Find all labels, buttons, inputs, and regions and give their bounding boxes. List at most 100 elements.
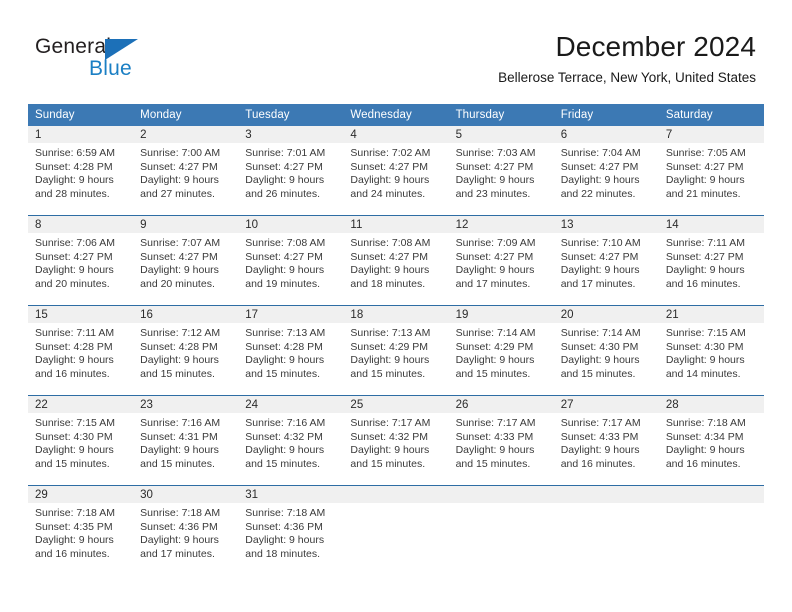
day-details: Sunrise: 6:59 AM Sunset: 4:28 PM Daylight:… <box>28 143 133 201</box>
day-cell[interactable]: 27 Sunrise: 7:17 AM Sunset: 4:33 PM Dayligh… <box>553 395 659 486</box>
daylight-text-line1: Daylight: 9 hours <box>245 174 325 187</box>
daylight-text-line1: Daylight: 9 hours <box>350 444 430 457</box>
day-cell[interactable]: 23 Sunrise: 7:16 AM Sunset: 4:31 PM Dayligh… <box>133 395 239 486</box>
weekday-header-friday: Friday <box>553 104 659 126</box>
daylight-text-line2: and 16 minutes. <box>560 457 636 470</box>
page-title: December 2024 <box>555 31 756 62</box>
day-cell[interactable]: 28 Sunrise: 7:18 AM Sunset: 4:34 PM Dayligh… <box>658 395 764 486</box>
day-cell[interactable]: 5 Sunrise: 7:03 AM Sunset: 4:27 PM Daylight… <box>448 126 554 216</box>
day-cell[interactable]: 21 Sunrise: 7:15 AM Sunset: 4:30 PM Dayligh… <box>658 305 764 396</box>
day-cell[interactable]: 3 Sunrise: 7:01 AM Sunset: 4:27 PM Daylight… <box>238 126 344 216</box>
day-cell[interactable]: 16 Sunrise: 7:12 AM Sunset: 4:28 PM Dayligh… <box>133 305 239 396</box>
day-details: Sunrise: 7:09 AM Sunset: 4:27 PM Daylight:… <box>449 233 554 291</box>
day-cell[interactable]: 22 Sunrise: 7:15 AM Sunset: 4:30 PM Dayligh… <box>28 395 134 486</box>
day-details: Sunrise: 7:18 AM Sunset: 4:35 PM Daylight:… <box>28 503 133 561</box>
sunrise-text: Sunrise: 7:08 AM <box>245 237 326 249</box>
day-number: 19 <box>448 306 554 323</box>
day-number: 20 <box>553 306 659 323</box>
day-cell[interactable]: 17 Sunrise: 7:13 AM Sunset: 4:28 PM Dayligh… <box>238 305 344 396</box>
sunrise-text: Sunrise: 7:14 AM <box>455 327 536 339</box>
day-details: Sunrise: 7:18 AM Sunset: 4:36 PM Daylight:… <box>133 503 238 561</box>
day-cell[interactable]: 2 Sunrise: 7:00 AM Sunset: 4:27 PM Daylight… <box>133 126 239 216</box>
day-cell[interactable]: 1 Sunrise: 6:59 AM Sunset: 4:28 PM Daylight… <box>28 126 134 216</box>
day-details: Sunrise: 7:18 AM Sunset: 4:34 PM Daylight:… <box>659 413 764 471</box>
day-cell[interactable]: 24 Sunrise: 7:16 AM Sunset: 4:32 PM Dayligh… <box>238 395 344 486</box>
day-cell[interactable]: 8 Sunrise: 7:06 AM Sunset: 4:27 PM Daylight… <box>28 215 134 306</box>
daylight-text-line2: and 15 minutes. <box>455 367 531 380</box>
day-cell[interactable]: 29 Sunrise: 7:18 AM Sunset: 4:35 PM Dayligh… <box>28 485 134 575</box>
daylight-text-line1: Daylight: 9 hours <box>35 534 114 547</box>
day-number: 14 <box>658 216 764 233</box>
day-number: 25 <box>343 396 449 413</box>
day-cell[interactable]: 13 Sunrise: 7:10 AM Sunset: 4:27 PM Dayligh… <box>553 215 659 306</box>
sunrise-text: Sunrise: 7:13 AM <box>245 327 326 339</box>
daylight-text-line2: and 18 minutes. <box>350 277 426 290</box>
day-details: Sunrise: 7:16 AM Sunset: 4:32 PM Daylight:… <box>238 413 343 471</box>
sunrise-text: Sunrise: 7:00 AM <box>140 147 221 159</box>
daylight-text-line1: Daylight: 9 hours <box>35 264 114 277</box>
day-number: 17 <box>238 306 344 323</box>
sunset-text: Sunset: 4:27 PM <box>245 250 323 263</box>
day-cell[interactable]: 26 Sunrise: 7:17 AM Sunset: 4:33 PM Dayligh… <box>448 395 554 486</box>
day-cell[interactable]: 25 Sunrise: 7:17 AM Sunset: 4:32 PM Dayligh… <box>343 395 449 486</box>
week-row: 8 Sunrise: 7:06 AM Sunset: 4:27 PM Daylight… <box>28 215 764 306</box>
day-cell[interactable]: 4 Sunrise: 7:02 AM Sunset: 4:27 PM Daylight… <box>343 126 449 216</box>
day-number: 21 <box>658 306 764 323</box>
day-number: 27 <box>553 396 659 413</box>
day-number: 10 <box>238 216 344 233</box>
daylight-text-line1: Daylight: 9 hours <box>140 174 219 187</box>
day-details: Sunrise: 7:14 AM Sunset: 4:29 PM Daylight:… <box>449 323 554 381</box>
day-cell[interactable]: 7 Sunrise: 7:05 AM Sunset: 4:27 PM Daylight… <box>658 126 764 216</box>
day-cell[interactable]: 10 Sunrise: 7:08 AM Sunset: 4:27 PM Dayligh… <box>238 215 344 306</box>
sunrise-text: Sunrise: 7:03 AM <box>455 147 536 159</box>
day-cell[interactable]: 30 Sunrise: 7:18 AM Sunset: 4:36 PM Dayligh… <box>133 485 239 575</box>
day-details: Sunrise: 7:03 AM Sunset: 4:27 PM Daylight:… <box>449 143 554 201</box>
day-details: Sunrise: 7:16 AM Sunset: 4:31 PM Daylight:… <box>133 413 238 471</box>
day-cell[interactable]: 12 Sunrise: 7:09 AM Sunset: 4:27 PM Dayligh… <box>448 215 554 306</box>
day-number: 1 <box>28 126 134 143</box>
sunrise-text: Sunrise: 7:02 AM <box>350 147 431 159</box>
daylight-text-line1: Daylight: 9 hours <box>245 264 325 277</box>
day-details: Sunrise: 7:17 AM Sunset: 4:33 PM Daylight:… <box>554 413 659 471</box>
daylight-text-line2: and 15 minutes. <box>350 367 426 380</box>
week-row: 1 Sunrise: 6:59 AM Sunset: 4:28 PM Daylight… <box>28 126 764 216</box>
weekday-header-tuesday: Tuesday <box>238 104 344 126</box>
sunrise-text: Sunrise: 7:18 AM <box>35 507 115 519</box>
day-details: Sunrise: 7:00 AM Sunset: 4:27 PM Daylight:… <box>133 143 238 201</box>
sunrise-text: Sunrise: 7:01 AM <box>245 147 326 159</box>
day-details: Sunrise: 7:17 AM Sunset: 4:33 PM Daylight:… <box>449 413 554 471</box>
day-cell[interactable]: 31 Sunrise: 7:18 AM Sunset: 4:36 PM Dayligh… <box>238 485 344 575</box>
daylight-text-line2: and 22 minutes. <box>560 187 636 200</box>
day-cell-empty <box>343 485 449 575</box>
day-cell[interactable]: 6 Sunrise: 7:04 AM Sunset: 4:27 PM Daylight… <box>553 126 659 216</box>
day-cell[interactable]: 20 Sunrise: 7:14 AM Sunset: 4:30 PM Dayligh… <box>553 305 659 396</box>
daylight-text-line2: and 16 minutes. <box>35 367 110 380</box>
sunset-text: Sunset: 4:33 PM <box>560 430 639 443</box>
week-row: 22 Sunrise: 7:15 AM Sunset: 4:30 PM Dayligh… <box>28 395 764 486</box>
daylight-text-line1: Daylight: 9 hours <box>140 534 219 547</box>
sunset-text: Sunset: 4:36 PM <box>140 520 218 533</box>
day-cell[interactable]: 9 Sunrise: 7:07 AM Sunset: 4:27 PM Daylight… <box>133 215 239 306</box>
day-cell[interactable]: 15 Sunrise: 7:11 AM Sunset: 4:28 PM Dayligh… <box>28 305 134 396</box>
sunrise-text: Sunrise: 7:14 AM <box>560 327 641 339</box>
day-cell[interactable]: 18 Sunrise: 7:13 AM Sunset: 4:29 PM Dayligh… <box>343 305 449 396</box>
day-cell[interactable]: 11 Sunrise: 7:08 AM Sunset: 4:27 PM Dayligh… <box>343 215 449 306</box>
day-number: 5 <box>448 126 554 143</box>
weekday-header-saturday: Saturday <box>658 104 764 126</box>
sunset-text: Sunset: 4:32 PM <box>245 430 323 443</box>
day-cell[interactable]: 19 Sunrise: 7:14 AM Sunset: 4:29 PM Dayligh… <box>448 305 554 396</box>
sunset-text: Sunset: 4:28 PM <box>35 160 113 173</box>
brand-name-blue: Blue <box>89 57 132 80</box>
sunset-text: Sunset: 4:35 PM <box>35 520 113 533</box>
day-details: Sunrise: 7:12 AM Sunset: 4:28 PM Daylight:… <box>133 323 238 381</box>
daylight-text-line1: Daylight: 9 hours <box>560 264 640 277</box>
day-number: 2 <box>133 126 239 143</box>
daylight-text-line1: Daylight: 9 hours <box>245 354 325 367</box>
daylight-text-line1: Daylight: 9 hours <box>560 174 640 187</box>
sunrise-text: Sunrise: 7:10 AM <box>560 237 641 249</box>
daylight-text-line2: and 15 minutes. <box>245 457 320 470</box>
day-cell[interactable]: 14 Sunrise: 7:11 AM Sunset: 4:27 PM Dayligh… <box>658 215 764 306</box>
brand-logo[interactable]: General Blue <box>35 36 235 90</box>
sunset-text: Sunset: 4:27 PM <box>665 160 744 173</box>
day-number: 13 <box>553 216 659 233</box>
